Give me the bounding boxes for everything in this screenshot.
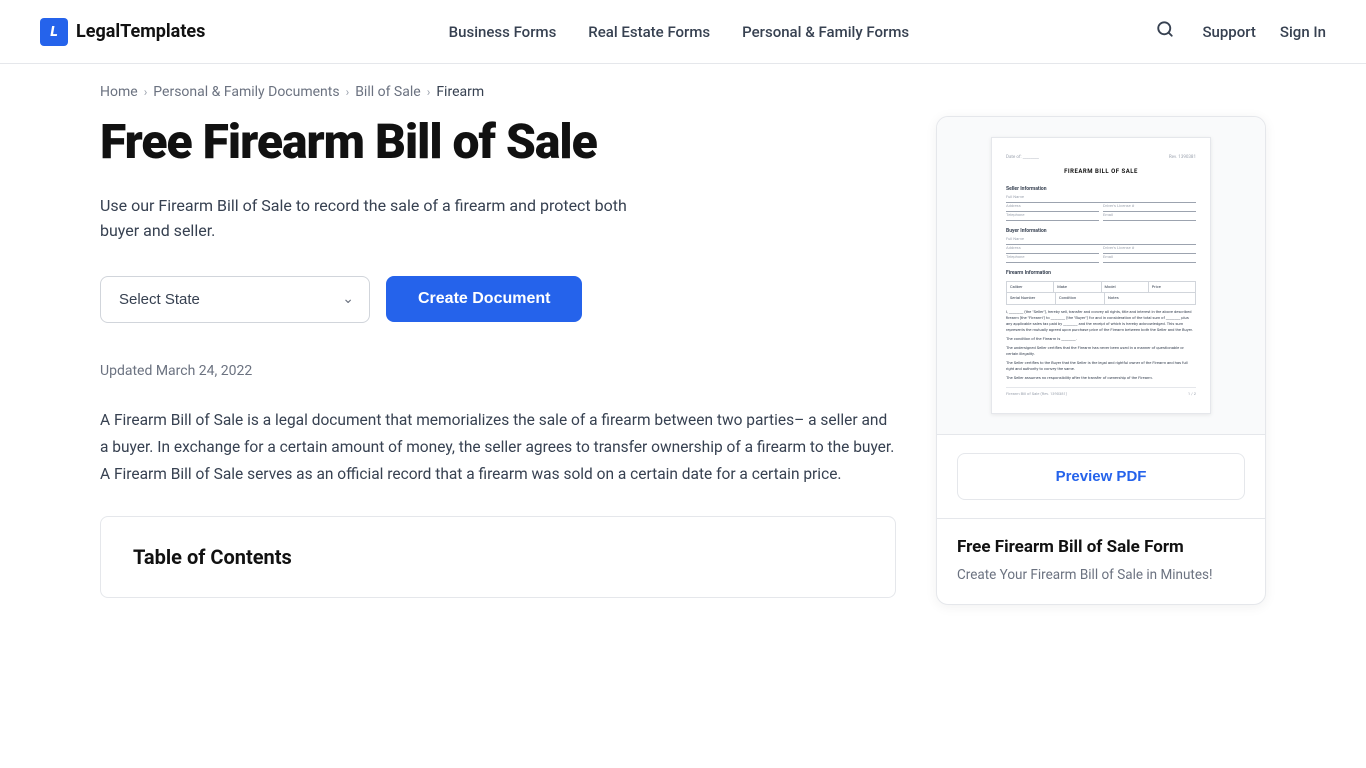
create-document-button[interactable]: Create Document (386, 276, 582, 322)
doc-buyer-tel-field: Telephone (1006, 256, 1099, 263)
table-of-contents: Table of Contents (100, 516, 896, 598)
breadcrumb-personal-family[interactable]: Personal & Family Documents (153, 84, 339, 100)
doc-seller-addr-row: Address Driver's License # (1006, 205, 1196, 212)
breadcrumb: Home › Personal & Family Documents › Bil… (0, 64, 1366, 116)
doc-table-cell-make: Make (1054, 282, 1101, 292)
doc-buyer-label: Buyer Information (1006, 227, 1196, 235)
doc-para-1: I, ________ (the "Seller"), hereby sell,… (1006, 309, 1196, 333)
preview-btn-area: Preview PDF (937, 435, 1265, 519)
preview-pdf-button[interactable]: Preview PDF (957, 453, 1245, 500)
doc-para-5: The Seller assumes no responsibility aft… (1006, 375, 1196, 381)
card-bottom-title: Free Firearm Bill of Sale Form (957, 537, 1245, 557)
doc-footer: Firearm Bill of Sale (Rev. 1390381) 1 / … (1006, 387, 1196, 397)
breadcrumb-sep-3: › (427, 85, 431, 99)
signin-link[interactable]: Sign In (1280, 23, 1326, 41)
doc-buyer-name-row: Full Name (1006, 238, 1196, 245)
support-link[interactable]: Support (1202, 23, 1255, 41)
doc-seller-name-row: Full Name (1006, 196, 1196, 203)
preview-card: Date of: ________ Rev. 1390381 FIREARM B… (936, 116, 1266, 605)
site-header: L LegalTemplates Business Forms Real Est… (0, 0, 1366, 64)
breadcrumb-sep-1: › (144, 85, 148, 99)
doc-rev: Rev. 1390381 (1169, 154, 1196, 161)
content-right: Date of: ________ Rev. 1390381 FIREARM B… (936, 116, 1266, 605)
action-row: Select State Alabama Alaska Arizona Arka… (100, 276, 896, 323)
doc-buyer-dl-field: Driver's License # (1103, 247, 1196, 254)
doc-buyer-email-field: Email (1103, 256, 1196, 263)
doc-footer-label: Firearm Bill of Sale (Rev. 1390381) (1006, 391, 1067, 397)
nav-personal-family-forms[interactable]: Personal & Family Forms (742, 23, 909, 41)
header-right: Support Sign In (1152, 16, 1326, 47)
subtitle: Use our Firearm Bill of Sale to record t… (100, 193, 660, 244)
doc-seller-addr-field: Address (1006, 205, 1099, 212)
doc-seller-tel-field: Telephone (1006, 214, 1099, 221)
updated-date: Updated March 24, 2022 (100, 363, 896, 379)
breadcrumb-home[interactable]: Home (100, 84, 138, 100)
doc-table-cell-price: Price (1149, 282, 1195, 292)
toc-title: Table of Contents (133, 545, 863, 569)
state-select[interactable]: Select State Alabama Alaska Arizona Arka… (100, 276, 370, 323)
doc-table-cell-serial: Serial Number (1007, 293, 1056, 303)
doc-table-cell-caliber: Caliber (1007, 282, 1054, 292)
doc-seller-name-field: Full Name (1006, 196, 1196, 203)
doc-page-title: FIREARM BILL OF SALE (1006, 167, 1196, 177)
doc-buyer-addr-field: Address (1006, 247, 1099, 254)
doc-footer-page: 1 / 2 (1188, 391, 1196, 397)
doc-buyer-tel-row: Telephone Email (1006, 256, 1196, 263)
doc-seller-dl-field: Driver's License # (1103, 205, 1196, 212)
page-title: Free Firearm Bill of Sale (100, 116, 896, 169)
doc-firearm-table: Caliber Make Model Price Serial Number C… (1006, 281, 1196, 305)
logo-link[interactable]: L LegalTemplates (40, 18, 205, 46)
doc-table-header-row: Caliber Make Model Price (1007, 282, 1195, 293)
doc-seller-email-field: Email (1103, 214, 1196, 221)
doc-para-3: The undersigned Seller certifies that th… (1006, 345, 1196, 357)
state-select-wrapper: Select State Alabama Alaska Arizona Arka… (100, 276, 370, 323)
main-container: Free Firearm Bill of Sale Use our Firear… (0, 116, 1366, 665)
doc-buyer-name-field: Full Name (1006, 238, 1196, 245)
doc-buyer-addr-row: Address Driver's License # (1006, 247, 1196, 254)
doc-para-2: The condition of the Firearm is ________… (1006, 336, 1196, 342)
content-left: Free Firearm Bill of Sale Use our Firear… (100, 116, 896, 605)
nav-real-estate-forms[interactable]: Real Estate Forms (588, 23, 710, 41)
doc-date: Date of: ________ (1006, 154, 1039, 161)
doc-para-4: The Seller certifies to the Buyer that t… (1006, 360, 1196, 372)
logo-text: LegalTemplates (76, 21, 205, 42)
search-button[interactable] (1152, 16, 1178, 47)
body-paragraph: A Firearm Bill of Sale is a legal docume… (100, 407, 896, 488)
breadcrumb-bill-of-sale[interactable]: Bill of Sale (355, 84, 421, 100)
doc-seller-label: Seller Information (1006, 185, 1196, 193)
doc-header-row: Date of: ________ Rev. 1390381 (1006, 154, 1196, 161)
doc-table-cell-model: Model (1102, 282, 1149, 292)
doc-table-data-row: Serial Number Condition Notes (1007, 293, 1195, 303)
card-bottom: Free Firearm Bill of Sale Form Create Yo… (937, 519, 1265, 604)
logo-icon: L (40, 18, 68, 46)
doc-table-cell-condition: Condition (1056, 293, 1105, 303)
breadcrumb-sep-2: › (346, 85, 350, 99)
doc-table-cell-notes: Notes (1105, 293, 1195, 303)
breadcrumb-current: Firearm (436, 84, 484, 100)
main-nav: Business Forms Real Estate Forms Persona… (449, 23, 909, 41)
doc-preview-area: Date of: ________ Rev. 1390381 FIREARM B… (937, 117, 1265, 435)
card-bottom-desc: Create Your Firearm Bill of Sale in Minu… (957, 565, 1245, 586)
doc-firearm-label: Firearm Information (1006, 269, 1196, 277)
doc-page: Date of: ________ Rev. 1390381 FIREARM B… (991, 137, 1211, 414)
nav-business-forms[interactable]: Business Forms (449, 23, 557, 41)
doc-seller-tel-row: Telephone Email (1006, 214, 1196, 221)
